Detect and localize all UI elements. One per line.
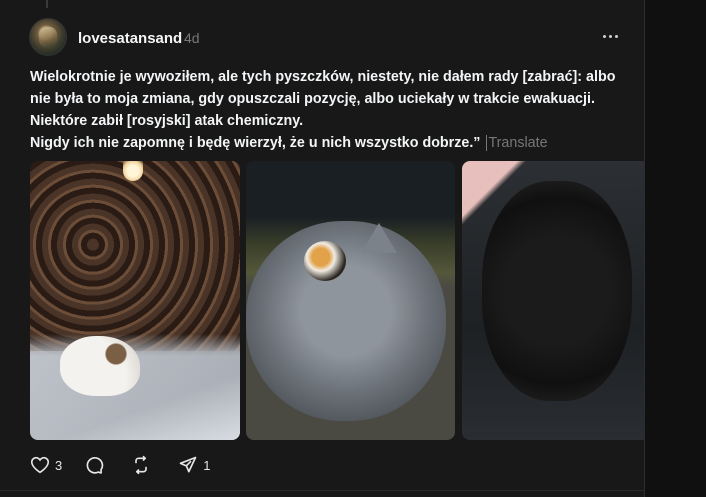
post-image-3[interactable] [462, 161, 644, 440]
lamp [123, 161, 143, 181]
post-time[interactable]: 4d [184, 30, 200, 46]
username[interactable]: lovesatansand [78, 30, 182, 47]
repost-button[interactable] [131, 455, 156, 475]
comment-icon [86, 457, 104, 474]
post-image-2[interactable] [246, 161, 455, 440]
avatar[interactable] [29, 18, 67, 56]
post-card: lovesatansand 4d Wielokrotnie je wywoził… [0, 0, 645, 497]
repost-icon [135, 455, 148, 475]
send-icon [179, 456, 197, 473]
cat-black [482, 181, 632, 401]
post-text: Wielokrotnie je wywoziłem, ale tych pysz… [30, 66, 616, 154]
more-horizontal-icon[interactable] [600, 26, 620, 46]
cat-calico-kitten [60, 336, 140, 396]
divider [0, 490, 644, 491]
translate-link[interactable]: Translate [486, 135, 548, 151]
post-actions: 3 1 [30, 455, 232, 475]
post-text-line: Nigdy ich nie zapomnę i będę wierzył, że… [30, 135, 548, 151]
share-count: 1 [203, 457, 211, 473]
post-text-line: Niektóre zabił [rosyjski] atak chemiczny… [30, 113, 304, 129]
like-button[interactable]: 3 [30, 456, 62, 474]
heart-icon [30, 456, 50, 474]
thread-line [46, 0, 48, 8]
like-count: 3 [55, 457, 63, 473]
share-button[interactable]: 1 [178, 455, 210, 475]
cat-calico [304, 241, 346, 281]
post-text-line: nie była to moja zmiana, gdy opuszczali … [30, 91, 595, 107]
post-text-line: Wielokrotnie je wywoziłem, ale tych pysz… [30, 69, 616, 85]
cat-grey [246, 221, 446, 421]
post-image-1[interactable] [30, 161, 240, 440]
comment-button[interactable] [84, 455, 109, 475]
